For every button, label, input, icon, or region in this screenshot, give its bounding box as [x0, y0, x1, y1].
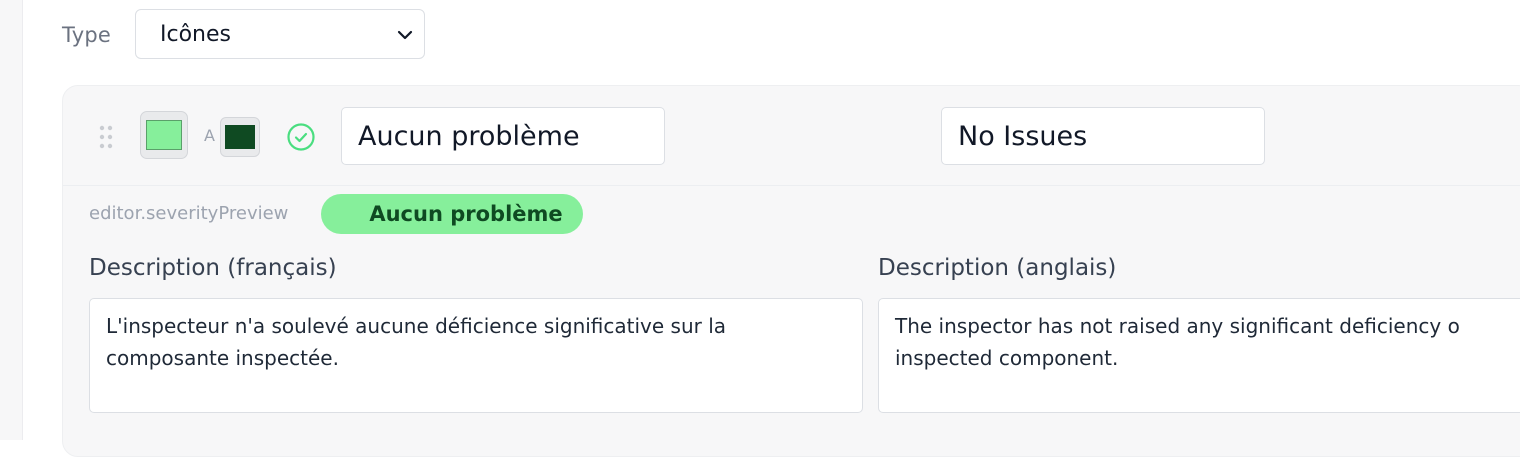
text-color-label: A — [204, 126, 215, 145]
description-en-line-2: inspected component. — [895, 346, 1119, 370]
text-color-picker[interactable] — [220, 117, 260, 157]
drag-handle-icon[interactable] — [99, 125, 113, 149]
description-fr-textarea[interactable]: L'inspecteur n'a soulevé aucune déficien… — [89, 298, 863, 413]
severity-preview-text: Aucun problème — [369, 202, 563, 226]
background-color-swatch — [146, 120, 182, 150]
name-fr-input[interactable]: Aucun problème — [341, 107, 665, 165]
type-select[interactable]: Icônes — [135, 9, 425, 59]
severity-header-row: A Aucun problème No Issues — [63, 86, 1520, 186]
severity-card: A Aucun problème No Issues editor.severi… — [62, 85, 1520, 457]
background-color-picker[interactable] — [140, 111, 188, 159]
type-select-value: Icônes — [160, 21, 231, 47]
text-color-swatch — [225, 125, 255, 149]
name-en-value: No Issues — [958, 120, 1088, 152]
preview-label: editor.severityPreview — [89, 203, 289, 224]
description-fr-label: Description (français) — [89, 255, 337, 281]
description-en-line-1: The inspector has not raised any signifi… — [895, 314, 1460, 338]
description-en-textarea[interactable]: The inspector has not raised any signifi… — [878, 298, 1520, 413]
chevron-down-icon — [397, 30, 413, 40]
name-fr-value: Aucun problème — [358, 120, 580, 152]
name-en-input[interactable]: No Issues — [941, 107, 1265, 165]
description-en-label: Description (anglais) — [878, 255, 1117, 281]
left-rail — [0, 0, 23, 440]
type-row: Type Icônes — [62, 9, 425, 61]
type-label: Type — [62, 23, 112, 47]
description-fr-text: L'inspecteur n'a soulevé aucune déficien… — [106, 314, 727, 370]
severity-preview-badge: Aucun problème — [321, 194, 583, 234]
check-circle-icon[interactable] — [285, 121, 317, 153]
